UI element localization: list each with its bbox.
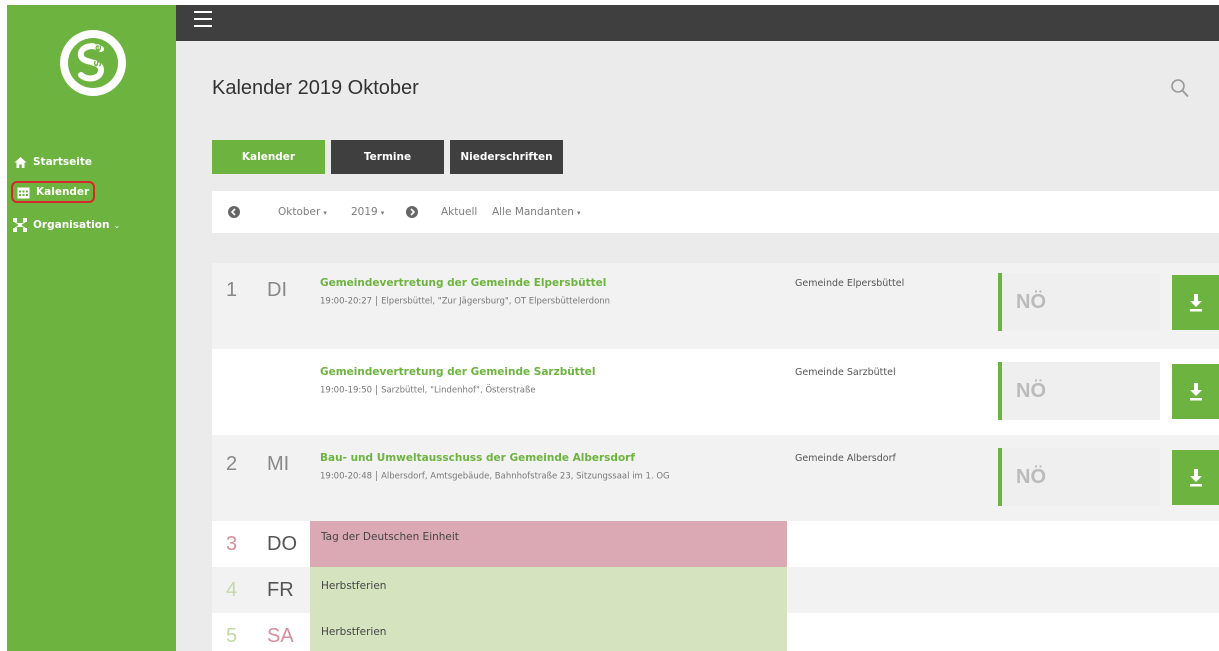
clients-select[interactable]: Alle Mandanten ▾ [492,206,580,218]
day-number: 3 [226,533,238,555]
status-badge: NÖ [998,273,1160,331]
event-location: Elpersbüttel, "Zur Jägersburg", OT Elper… [381,296,611,307]
event-organisation: Gemeinde Sarzbüttel [795,367,896,378]
next-month-icon[interactable] [406,206,418,218]
event-meta: 19:00-19:50 Sarzbüttel, "Lindenhof", Öste… [320,385,536,396]
tab-kalender[interactable]: Kalender [212,140,325,174]
month-value: Oktober [278,206,321,218]
event-location: Sarzbüttel, "Lindenhof", Österstraße [381,385,536,396]
tab-termine[interactable]: Termine [331,140,444,174]
sidebar-item-label: Startseite [33,156,92,168]
holiday-row: 4 FR Herbstferien [212,567,1219,613]
event-row: 2 MI Bau- und Umweltausschuss der Gemein… [212,435,1219,521]
event-time: 19:00-20:48 [320,471,373,482]
event-time: 19:00-19:50 [320,385,373,396]
top-bar [176,5,1219,41]
today-link[interactable]: Aktuell [441,206,477,218]
sidebar: SNet Startseite Kalender Organisation ⌄ [7,5,176,651]
chevron-down-icon: ▾ [576,209,581,217]
day-number: 4 [226,579,238,601]
previous-month-icon[interactable] [228,206,240,218]
event-organisation: Gemeinde Elpersbüttel [795,278,905,289]
event-organisation: Gemeinde Albersdorf [795,453,896,464]
download-icon [1189,468,1202,486]
logo-text: SNet [93,40,104,67]
day-number: 1 [226,279,238,301]
status-badge: NÖ [998,362,1160,420]
menu-icon[interactable] [194,11,212,29]
day-name: DI [267,279,287,301]
organisation-icon [13,218,27,232]
tab-niederschriften[interactable]: Niederschriften [450,140,563,174]
day-number: 2 [226,453,238,475]
clients-value: Alle Mandanten [492,206,574,218]
holiday-label: Herbstferien [310,567,787,613]
sidebar-item-label: Organisation [33,219,110,231]
day-name: SA [267,625,294,647]
snet-logo: SNet [60,30,126,96]
status-badge: NÖ [998,448,1160,506]
holiday-label: Tag der Deutschen Einheit [310,521,787,567]
year-value: 2019 [351,206,378,218]
chevron-down-icon: ⌄ [113,220,121,230]
event-row: Gemeindevertretung der Gemeinde Sarzbütt… [212,349,1219,435]
download-button[interactable] [1172,450,1219,505]
download-icon [1189,382,1202,400]
year-select[interactable]: 2019 ▾ [351,206,384,218]
event-meta: 19:00-20:27 Elpersbüttel, "Zur Jägersburg… [320,296,610,307]
event-title-link[interactable]: Gemeindevertretung der Gemeinde Sarzbütt… [320,366,595,378]
app-frame: SNet Startseite Kalender Organisation ⌄ [7,5,1219,651]
event-meta: 19:00-20:48 Albersdorf, Amtsgebäude, Bahn… [320,471,670,482]
event-title-link[interactable]: Bau- und Umweltausschuss der Gemeinde Al… [320,452,635,464]
download-button[interactable] [1172,364,1219,419]
day-number: 5 [226,625,238,647]
home-icon [13,155,27,169]
sidebar-item-label: Kalender [36,186,90,198]
sidebar-item-organisation[interactable]: Organisation ⌄ [13,214,120,236]
holiday-row: 3 DO Tag der Deutschen Einheit [212,521,1219,567]
chevron-down-icon: ▾ [323,209,327,217]
search-icon[interactable] [1170,77,1190,99]
month-select[interactable]: Oktober ▾ [278,206,327,218]
day-name: DO [267,533,297,555]
event-title-link[interactable]: Gemeindevertretung der Gemeinde Elpersbü… [320,277,606,289]
page-title: Kalender 2019 Oktober [212,77,419,99]
tab-bar: Kalender Termine Niederschriften [212,140,569,174]
day-name: FR [267,579,294,601]
calendar-list: 1 DI Gemeindevertretung der Gemeinde Elp… [212,263,1219,651]
event-row: 1 DI Gemeindevertretung der Gemeinde Elp… [212,263,1219,349]
chevron-down-icon: ▾ [380,209,385,217]
day-name: MI [267,453,290,475]
event-location: Albersdorf, Amtsgebäude, Bahnhofstraße 2… [381,471,670,482]
holiday-row: 5 SA Herbstferien [212,613,1219,651]
download-icon [1189,293,1202,311]
calendar-icon [16,185,30,199]
sidebar-item-startseite[interactable]: Startseite [13,151,92,173]
holiday-label: Herbstferien [310,613,787,651]
event-time: 19:00-20:27 [320,296,373,307]
filter-bar: Oktober ▾ 2019 ▾ Aktuell Alle Mandanten ▾ [212,191,1219,233]
download-button[interactable] [1172,275,1219,330]
sidebar-item-kalender[interactable]: Kalender [11,181,96,203]
